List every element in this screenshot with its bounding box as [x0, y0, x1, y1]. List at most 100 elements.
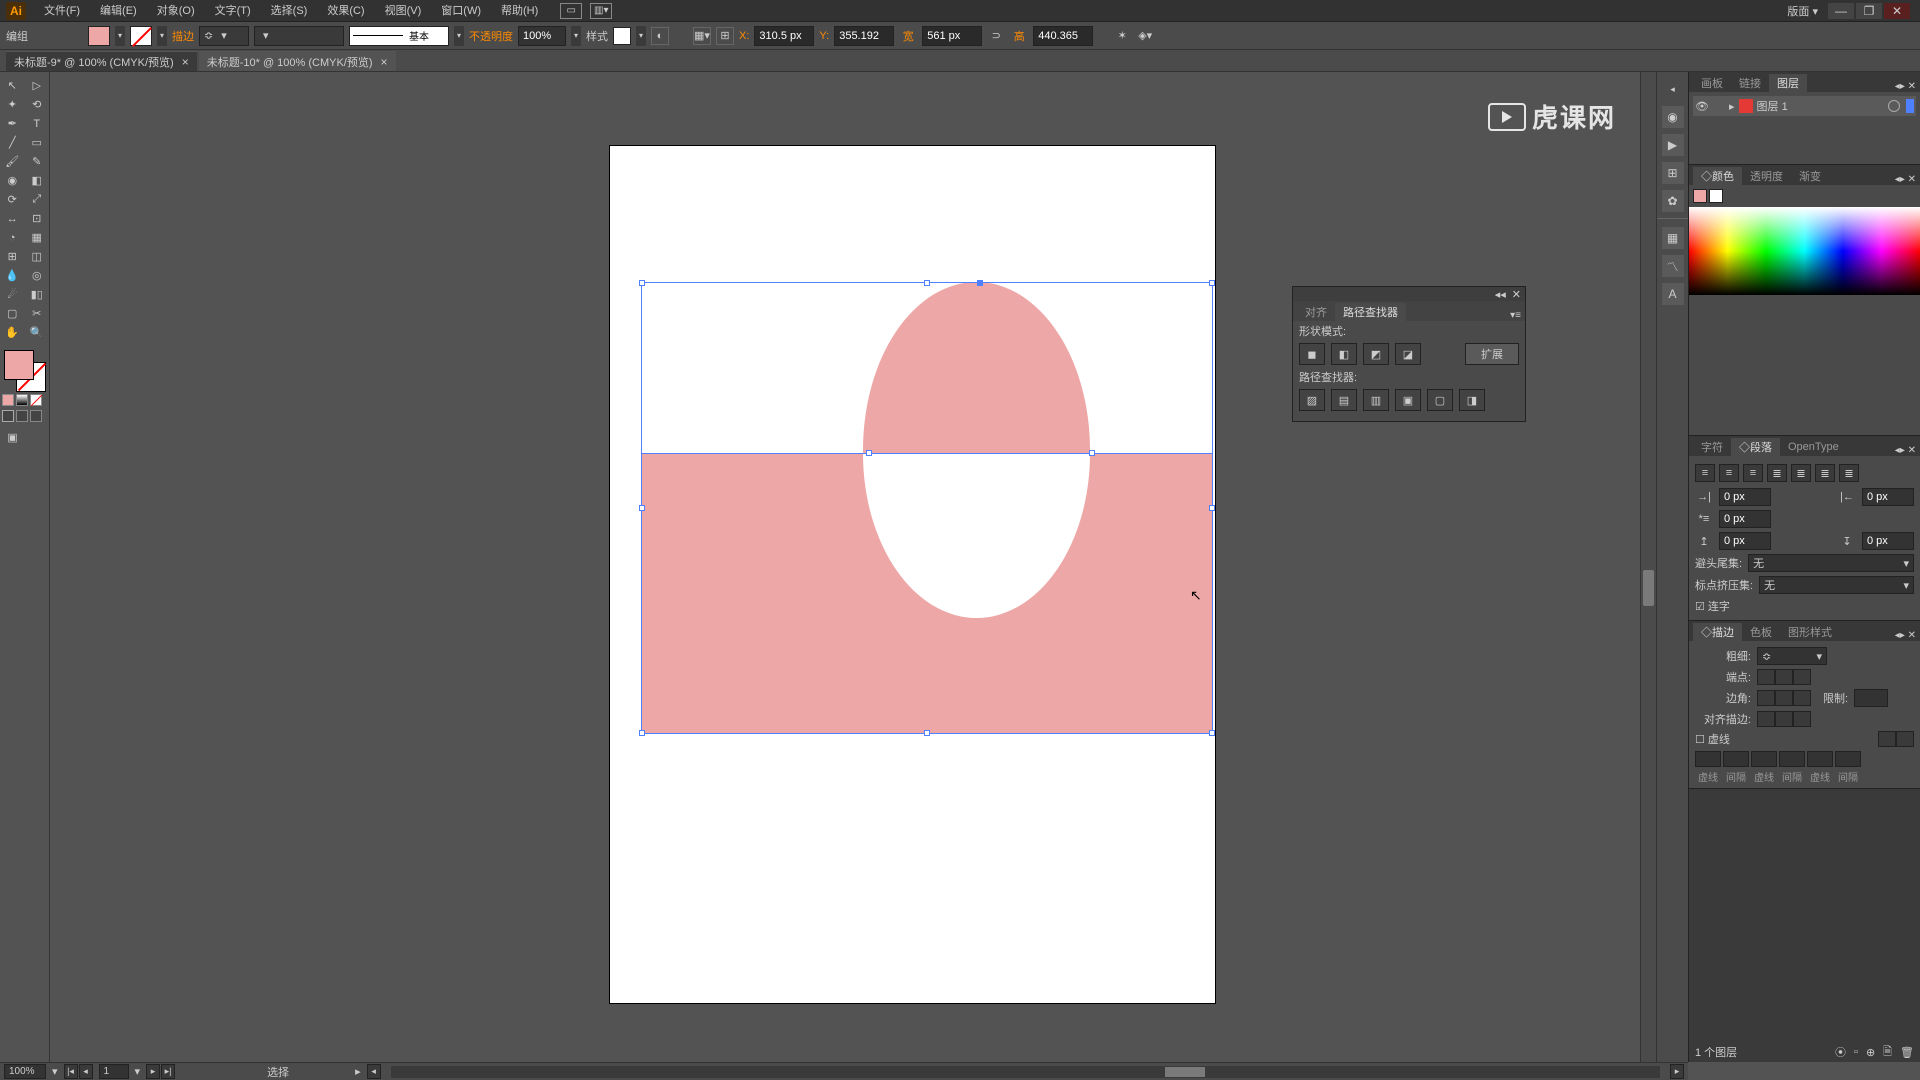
kinsoku-select[interactable]: 无▾: [1759, 576, 1914, 594]
dock-gradient-icon[interactable]: A: [1662, 283, 1684, 305]
color-fg-swatch[interactable]: [1693, 189, 1707, 203]
outline-button[interactable]: ▢: [1427, 389, 1453, 411]
eyedropper-tool[interactable]: 💧: [0, 266, 25, 285]
mesh-tool[interactable]: ⊞: [0, 247, 25, 266]
zoom-dropdown-icon[interactable]: ▾: [52, 1065, 58, 1078]
fill-swatch[interactable]: [88, 26, 110, 46]
align-stroke-outside[interactable]: [1793, 711, 1811, 727]
corner-bevel[interactable]: [1793, 690, 1811, 706]
dock-brushes-icon[interactable]: ✿: [1662, 190, 1684, 212]
width-field[interactable]: 561 px: [922, 26, 982, 46]
dash-1[interactable]: [1695, 751, 1721, 767]
gap-3[interactable]: [1835, 751, 1861, 767]
artboard-next[interactable]: ▸: [146, 1064, 160, 1079]
dock-stroke-icon[interactable]: 〽: [1662, 255, 1684, 277]
new-layer-icon[interactable]: 🗎: [1883, 1043, 1892, 1062]
hyphenate-checkbox[interactable]: ☑ 连字: [1695, 598, 1730, 614]
stroke-swatch[interactable]: [130, 26, 152, 46]
expand-arrow-icon[interactable]: ▸: [1729, 100, 1735, 113]
fill-stroke-swatches[interactable]: [0, 348, 49, 392]
shape-builder-tool[interactable]: ◔: [0, 228, 25, 247]
indent-right-field[interactable]: [1862, 488, 1914, 506]
hscroll-thumb[interactable]: [1165, 1067, 1205, 1077]
justify-center[interactable]: ≣: [1791, 464, 1811, 482]
width-tool[interactable]: ↔: [0, 209, 25, 228]
align-tab[interactable]: 对齐: [1297, 303, 1335, 321]
type-tool[interactable]: T: [25, 114, 50, 133]
hscroll-left[interactable]: ◂: [367, 1064, 381, 1079]
color-tab[interactable]: ◇颜色: [1693, 167, 1742, 185]
crop-button[interactable]: ▣: [1395, 389, 1421, 411]
handle-bc[interactable]: [924, 730, 930, 736]
transform-anchor-icon[interactable]: ⊞: [716, 27, 734, 45]
slice-tool[interactable]: ✂: [25, 304, 50, 323]
handle-ml[interactable]: [639, 505, 645, 511]
isolate-icon[interactable]: ✶: [1113, 27, 1131, 45]
color-bg-swatch[interactable]: [1709, 189, 1723, 203]
document-tab-1[interactable]: 未标题-9* @ 100% (CMYK/预览) ×: [6, 51, 197, 71]
dash-2[interactable]: [1751, 751, 1777, 767]
lasso-tool[interactable]: ⟲: [25, 95, 50, 114]
dash-opt-1[interactable]: [1878, 731, 1896, 747]
clip-icon[interactable]: ◈▾: [1136, 27, 1154, 45]
perspective-tool[interactable]: ▦: [25, 228, 50, 247]
panel-collapse-icon[interactable]: ◂◂: [1495, 288, 1506, 301]
fill-dropdown[interactable]: ▾: [115, 26, 125, 46]
graphic-styles-tab[interactable]: 图形样式: [1780, 623, 1840, 641]
free-transform-tool[interactable]: ⊡: [25, 209, 50, 228]
stroke-var-select[interactable]: ▾: [254, 26, 344, 46]
recolor-icon[interactable]: ◐: [651, 27, 669, 45]
stroke-tab[interactable]: ◇描边: [1693, 623, 1742, 641]
target-icon[interactable]: [1888, 100, 1900, 112]
panel-close-icon[interactable]: ✕: [1512, 288, 1521, 301]
layout-icon-2[interactable]: ▥▾: [590, 3, 612, 19]
handle-tl[interactable]: [639, 280, 645, 286]
stroke-dropdown[interactable]: ▾: [157, 26, 167, 46]
layout-icon-1[interactable]: ▭: [560, 3, 582, 19]
opacity-label[interactable]: 不透明度: [469, 28, 513, 44]
justify-all[interactable]: ≣: [1839, 464, 1859, 482]
layer-1-row[interactable]: 👁 ▸ 图层 1: [1693, 96, 1916, 116]
direct-selection-tool[interactable]: ▷: [25, 76, 50, 95]
layer-name[interactable]: 图层 1: [1757, 98, 1788, 114]
anchor-1[interactable]: [866, 450, 872, 456]
rectangle-tool[interactable]: ▭: [25, 133, 50, 152]
artboard-last[interactable]: ▸|: [161, 1064, 175, 1079]
pathfinder-tab[interactable]: 路径查找器: [1335, 303, 1406, 321]
pencil-tool[interactable]: ✎: [25, 152, 50, 171]
handle-bl[interactable]: [639, 730, 645, 736]
scale-tool[interactable]: ⤢: [25, 190, 50, 209]
new-sublayer-icon[interactable]: ⊕: [1866, 1046, 1875, 1059]
height-field[interactable]: 440.365: [1033, 26, 1093, 46]
panel-menu-icon[interactable]: ▾≡: [1506, 310, 1525, 321]
dash-3[interactable]: [1807, 751, 1833, 767]
draw-mode-3[interactable]: [30, 410, 42, 422]
trim-button[interactable]: ▤: [1331, 389, 1357, 411]
space-after-field[interactable]: [1862, 532, 1914, 550]
window-close[interactable]: ✕: [1884, 3, 1910, 19]
zoom-field[interactable]: 100%: [4, 1064, 46, 1079]
intersect-button[interactable]: ◩: [1363, 343, 1389, 365]
handle-tr[interactable]: [1209, 280, 1215, 286]
dock-expand-icon[interactable]: ◂: [1662, 78, 1684, 100]
dock-swatches-icon[interactable]: ▦: [1662, 227, 1684, 249]
fill-color-swatch[interactable]: [4, 350, 34, 380]
indent-left-field[interactable]: [1719, 488, 1771, 506]
dock-symbols-icon[interactable]: ⊞: [1662, 162, 1684, 184]
merge-button[interactable]: ▥: [1363, 389, 1389, 411]
artboard-prev[interactable]: ◂: [79, 1064, 93, 1079]
align-stroke-center[interactable]: [1757, 711, 1775, 727]
vertical-scrollbar[interactable]: [1640, 72, 1656, 1062]
menu-view[interactable]: 视图(V): [375, 0, 432, 22]
symbol-sprayer-tool[interactable]: ☄: [0, 285, 25, 304]
paintbrush-tool[interactable]: 🖌: [0, 152, 25, 171]
handle-mr[interactable]: [1209, 505, 1215, 511]
selection-tool[interactable]: ↖: [0, 76, 25, 95]
cap-square[interactable]: [1793, 669, 1811, 685]
solid-fill-mode[interactable]: [2, 394, 14, 406]
stroke-label[interactable]: 描边: [172, 28, 194, 44]
menu-file[interactable]: 文件(F): [34, 0, 90, 22]
gradient-tab[interactable]: 渐变: [1791, 167, 1829, 185]
limit-field[interactable]: [1854, 689, 1888, 707]
vscroll-thumb[interactable]: [1643, 570, 1654, 606]
